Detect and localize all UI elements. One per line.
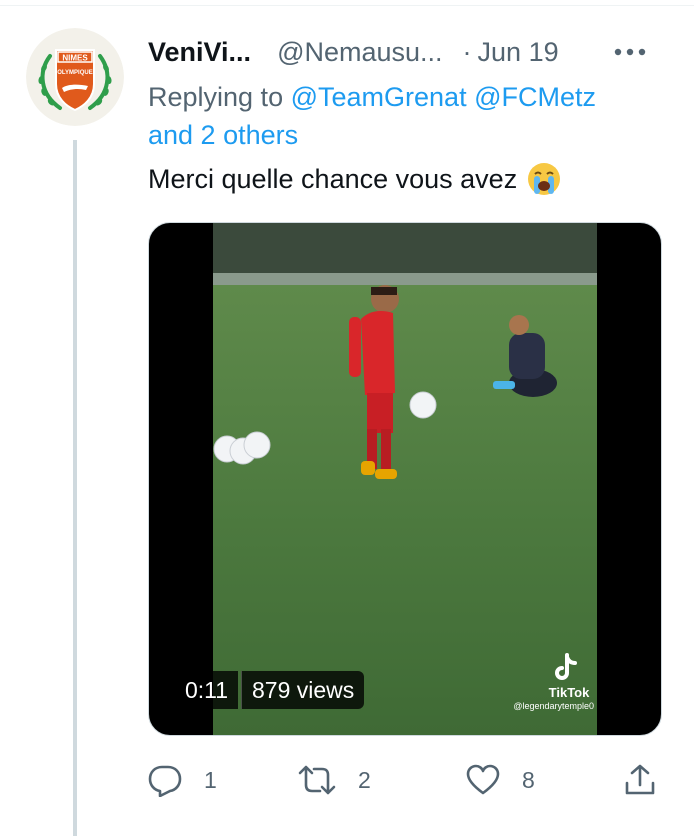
replying-to: Replying to @TeamGrenat @FCMetz and 2 ot… — [148, 78, 668, 154]
avatar[interactable]: NIMES OLYMPIQUE — [26, 28, 124, 126]
share-button[interactable] — [624, 758, 656, 802]
tweet-text: Merci quelle chance vous avez — [148, 160, 668, 198]
divider — [0, 5, 694, 6]
tiktok-username: @legendarytemple0 — [513, 701, 594, 711]
reply-icon — [148, 763, 182, 797]
tweet-text-content: Merci quelle chance vous avez — [148, 164, 518, 194]
tweet-actions: 1 2 8 — [148, 758, 668, 802]
view-count: 879 views — [241, 671, 365, 709]
reply-count: 1 — [204, 766, 217, 793]
user-handle[interactable]: @Nemausu... — [277, 34, 442, 70]
mention-link[interactable]: @TeamGrenat — [291, 82, 467, 112]
mention-link[interactable]: @FCMetz — [474, 82, 596, 112]
tiktok-watermark: TikTok — [548, 685, 590, 700]
logo-text-bottom: OLYMPIQUE — [57, 70, 92, 76]
others-link[interactable]: and 2 others — [148, 120, 298, 150]
tiktok-logo-icon — [553, 653, 579, 683]
separator-dot: · — [462, 37, 472, 67]
video-player[interactable]: 0:11 879 views TikTok @legendarytemple0 — [148, 222, 662, 736]
reply-button[interactable]: 1 — [148, 758, 217, 802]
tweet-page: NIMES OLYMPIQUE VeniVi... @Nemausu... · … — [0, 0, 694, 836]
retweet-button[interactable]: 2 — [298, 758, 371, 802]
video-duration: 0:11 — [175, 671, 239, 709]
retweet-count: 2 — [358, 766, 371, 793]
heart-icon — [466, 764, 500, 796]
retweet-icon — [298, 763, 336, 797]
replying-prefix: Replying to — [148, 82, 291, 112]
more-horizontal-icon[interactable] — [610, 36, 650, 68]
tweet-date[interactable]: Jun 19 — [478, 34, 559, 70]
loudly-crying-face-icon — [525, 160, 563, 198]
tweet-header: VeniVi... @Nemausu... · Jun 19 — [148, 32, 678, 72]
like-count: 8 — [522, 766, 535, 793]
like-button[interactable]: 8 — [466, 758, 535, 802]
display-name[interactable]: VeniVi... — [148, 34, 251, 70]
nimes-olympique-logo: NIMES OLYMPIQUE — [26, 28, 124, 126]
video-frame[interactable] — [213, 223, 597, 735]
share-icon — [624, 763, 656, 797]
thread-line — [73, 140, 77, 836]
logo-text-top: NIMES — [62, 54, 88, 63]
